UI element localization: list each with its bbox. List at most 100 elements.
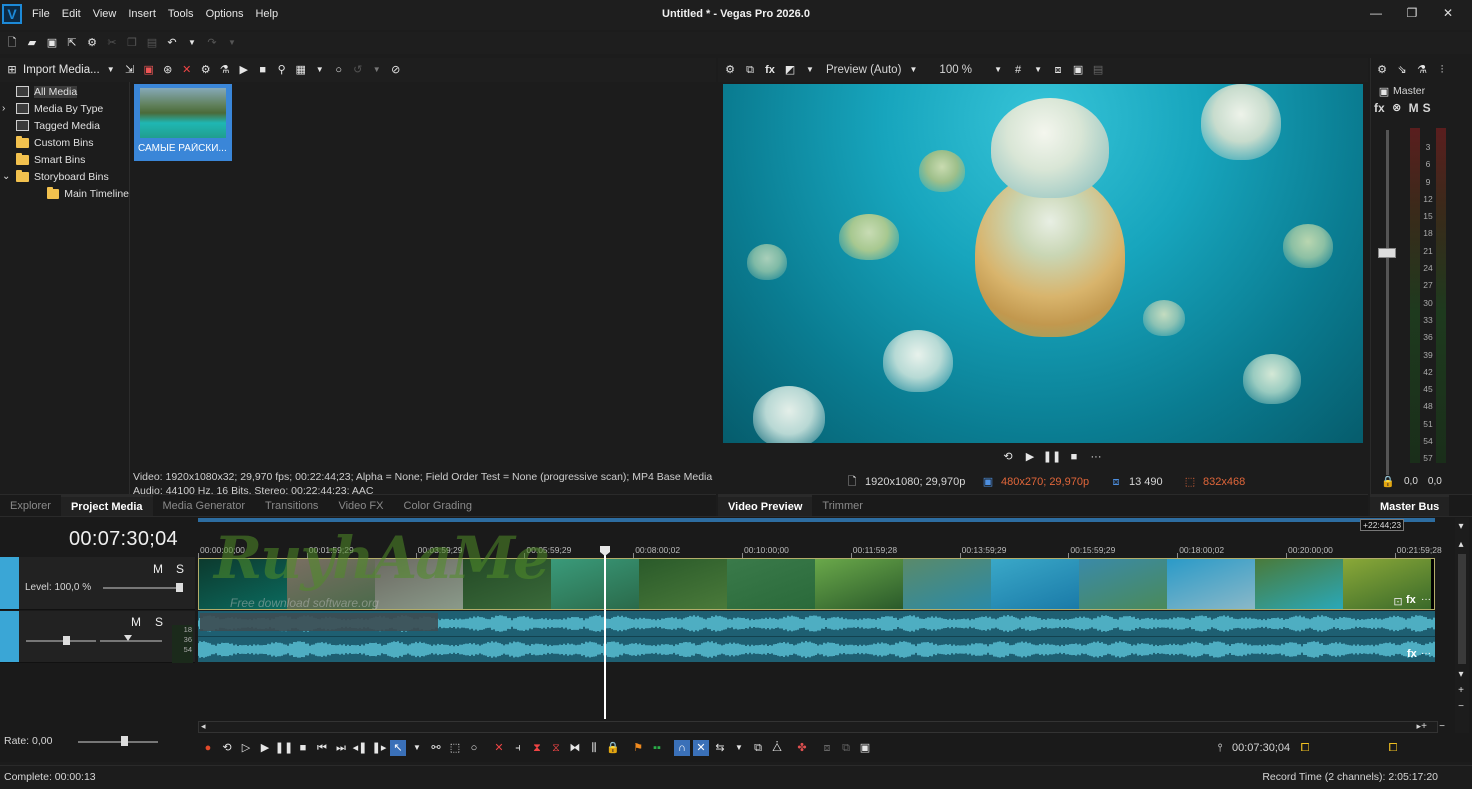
remove-icon[interactable]: ✕ bbox=[179, 62, 195, 78]
open-folder-icon[interactable]: ▰ bbox=[24, 35, 40, 51]
lock-envelopes-icon[interactable]: ⧉ bbox=[750, 740, 766, 756]
tree-expander-icon[interactable]: › bbox=[2, 103, 12, 114]
split-dropdown-icon[interactable]: ▼ bbox=[802, 62, 818, 78]
play-from-start-icon[interactable]: ▷ bbox=[238, 740, 254, 756]
paste-icon[interactable]: ▤ bbox=[144, 35, 160, 51]
split-screen-icon[interactable]: ◩ bbox=[782, 62, 798, 78]
timeline-pause-icon[interactable]: ❚❚ bbox=[275, 740, 293, 756]
overlays-grid-icon[interactable]: # bbox=[1010, 62, 1026, 78]
track-height-decrease[interactable]: − bbox=[1455, 700, 1467, 712]
marker-icon[interactable]: ⚑ bbox=[630, 740, 646, 756]
menu-edit[interactable]: Edit bbox=[62, 8, 81, 20]
sync-dropdown-icon[interactable]: ▼ bbox=[369, 62, 385, 78]
import-icon[interactable]: ⊞ bbox=[4, 62, 20, 78]
maximize-button[interactable]: ❐ bbox=[1394, 6, 1430, 20]
timeline-timecode[interactable]: 00:07:30;04 bbox=[69, 528, 178, 551]
loop-region-bar[interactable] bbox=[198, 518, 1435, 522]
go-to-start-icon[interactable]: ⏮ bbox=[314, 740, 330, 756]
menu-options[interactable]: Options bbox=[206, 8, 244, 20]
quality-dropdown-icon[interactable]: ▼ bbox=[905, 62, 921, 78]
video-clip-crop-icon[interactable]: ⊡ bbox=[1390, 594, 1406, 610]
edit-tool-dropdown-icon[interactable]: ▼ bbox=[409, 740, 425, 756]
zoom-dropdown-icon[interactable]: ▼ bbox=[990, 62, 1006, 78]
snapping-icon[interactable]: ∩ bbox=[674, 740, 690, 756]
scroll-up-arrow[interactable]: ▴ bbox=[1455, 538, 1467, 550]
trim-start-icon[interactable]: ⫞ bbox=[510, 740, 526, 756]
timeline-play-icon[interactable]: ▶ bbox=[257, 740, 273, 756]
loop-playback-icon[interactable]: ⟲ bbox=[219, 740, 235, 756]
zoom-out-button[interactable]: − bbox=[1436, 720, 1448, 732]
preview-stop-icon[interactable]: ■ bbox=[1066, 449, 1082, 465]
menu-help[interactable]: Help bbox=[255, 8, 278, 20]
menu-tools[interactable]: Tools bbox=[168, 8, 194, 20]
media-thumbnail[interactable]: САМЫЕ РАЙСКИ... bbox=[134, 84, 232, 161]
import-media-button[interactable]: Import Media... bbox=[23, 64, 100, 76]
video-clip-more[interactable]: ··· bbox=[1421, 594, 1431, 605]
next-frame-icon[interactable]: ❚▸ bbox=[371, 740, 387, 756]
loop-icon[interactable]: ⟲ bbox=[1000, 449, 1016, 465]
master-mute-button[interactable]: M bbox=[1409, 101, 1419, 115]
master-checkbox[interactable]: ▣ bbox=[1376, 84, 1392, 100]
video-clip-fx[interactable]: fx bbox=[1406, 594, 1416, 606]
split-icon[interactable]: ⧓ bbox=[567, 740, 583, 756]
properties-gear-icon[interactable]: ⚙ bbox=[198, 62, 214, 78]
web-media-icon[interactable]: ⊛ bbox=[160, 62, 176, 78]
vscroll-thumb[interactable] bbox=[1458, 554, 1466, 664]
preview-settings-gear-icon[interactable]: ⚙ bbox=[722, 62, 738, 78]
video-preview-frame[interactable] bbox=[723, 84, 1363, 443]
audio-track-lane[interactable] bbox=[198, 611, 1435, 662]
master-automation-icon[interactable]: ⊗ bbox=[1389, 100, 1405, 116]
tab-video-fx[interactable]: Video FX bbox=[328, 495, 393, 517]
color-match-icon[interactable]: ✤ bbox=[794, 740, 810, 756]
settings-gear-icon[interactable]: ⚙ bbox=[84, 35, 100, 51]
overlays-dropdown-icon[interactable]: ▼ bbox=[1030, 62, 1046, 78]
timeline-empty-area[interactable] bbox=[198, 663, 1452, 719]
master-solo-button[interactable]: S bbox=[1423, 101, 1431, 115]
cut-icon[interactable]: ✂ bbox=[104, 35, 120, 51]
auto-preview-icon[interactable]: ⚲ bbox=[274, 62, 290, 78]
master-settings-gear-icon[interactable]: ⚙ bbox=[1374, 62, 1390, 78]
close-button[interactable]: ✕ bbox=[1430, 6, 1466, 20]
zoom-tool-timeline-icon[interactable]: ○ bbox=[466, 740, 482, 756]
delete-icon[interactable]: ✕ bbox=[491, 740, 507, 756]
timeline-vertical-scrollbar[interactable]: ▾ ▴ ▾ + − bbox=[1455, 518, 1469, 733]
master-fx-button[interactable]: fx bbox=[1374, 101, 1385, 115]
video-track-mute[interactable]: M bbox=[153, 562, 163, 576]
tab-trimmer[interactable]: Trimmer bbox=[812, 495, 873, 517]
save-snapshot-icon[interactable]: ▣ bbox=[1070, 62, 1086, 78]
preview-play-icon[interactable]: ▶ bbox=[1022, 449, 1038, 465]
capture-icon[interactable]: ⇲ bbox=[122, 62, 138, 78]
toggle-display-icon[interactable]: ▤ bbox=[1090, 62, 1106, 78]
auto-crossfade-icon[interactable]: ✕ bbox=[693, 740, 709, 756]
audio-track-header[interactable]: M S 18 36 54 bbox=[0, 611, 195, 663]
track-height-increase[interactable]: + bbox=[1455, 684, 1467, 696]
master-dim-icon[interactable]: ⚗ bbox=[1414, 62, 1430, 78]
scroll-left-arrow[interactable]: ◂ bbox=[201, 721, 206, 732]
render-icon[interactable]: ⇱ bbox=[64, 35, 80, 51]
rate-slider-handle[interactable] bbox=[121, 736, 128, 746]
tab-media-generator[interactable]: Media Generator bbox=[153, 495, 256, 517]
tab-master-bus[interactable]: Master Bus bbox=[1370, 494, 1450, 517]
ungroup-icon[interactable]: ▣ bbox=[857, 740, 873, 756]
track-list-menu-icon[interactable]: ▾ bbox=[1455, 520, 1467, 532]
auto-ripple-icon[interactable]: ⇆ bbox=[712, 740, 728, 756]
new-file-icon[interactable]: 🗋 bbox=[4, 35, 20, 51]
menu-view[interactable]: View bbox=[93, 8, 117, 20]
views-dropdown-icon[interactable]: ▼ bbox=[312, 62, 328, 78]
region-icon[interactable]: ▪▪ bbox=[649, 740, 665, 756]
audio-track-solo[interactable]: S bbox=[155, 615, 163, 629]
undo-icon[interactable]: ↶ bbox=[164, 35, 180, 51]
stop-icon[interactable]: ■ bbox=[255, 62, 271, 78]
playhead-cursor[interactable] bbox=[604, 546, 606, 719]
master-downmix-icon[interactable]: ⇘ bbox=[1394, 62, 1410, 78]
views-icon[interactable]: ▦ bbox=[293, 62, 309, 78]
group-icon[interactable]: ⧉ bbox=[838, 740, 854, 756]
tree-item-main-timeline[interactable]: Main Timeline bbox=[0, 185, 129, 202]
timeline-stop-icon[interactable]: ■ bbox=[295, 740, 311, 756]
tab-explorer[interactable]: Explorer bbox=[0, 495, 61, 517]
video-fx-icon[interactable]: fx bbox=[762, 62, 778, 78]
tab-video-preview[interactable]: Video Preview bbox=[718, 494, 813, 517]
split-trim-icon[interactable]: ⫼ bbox=[586, 740, 602, 756]
menu-insert[interactable]: Insert bbox=[128, 8, 156, 20]
media-fx-icon[interactable]: ⚗ bbox=[217, 62, 233, 78]
